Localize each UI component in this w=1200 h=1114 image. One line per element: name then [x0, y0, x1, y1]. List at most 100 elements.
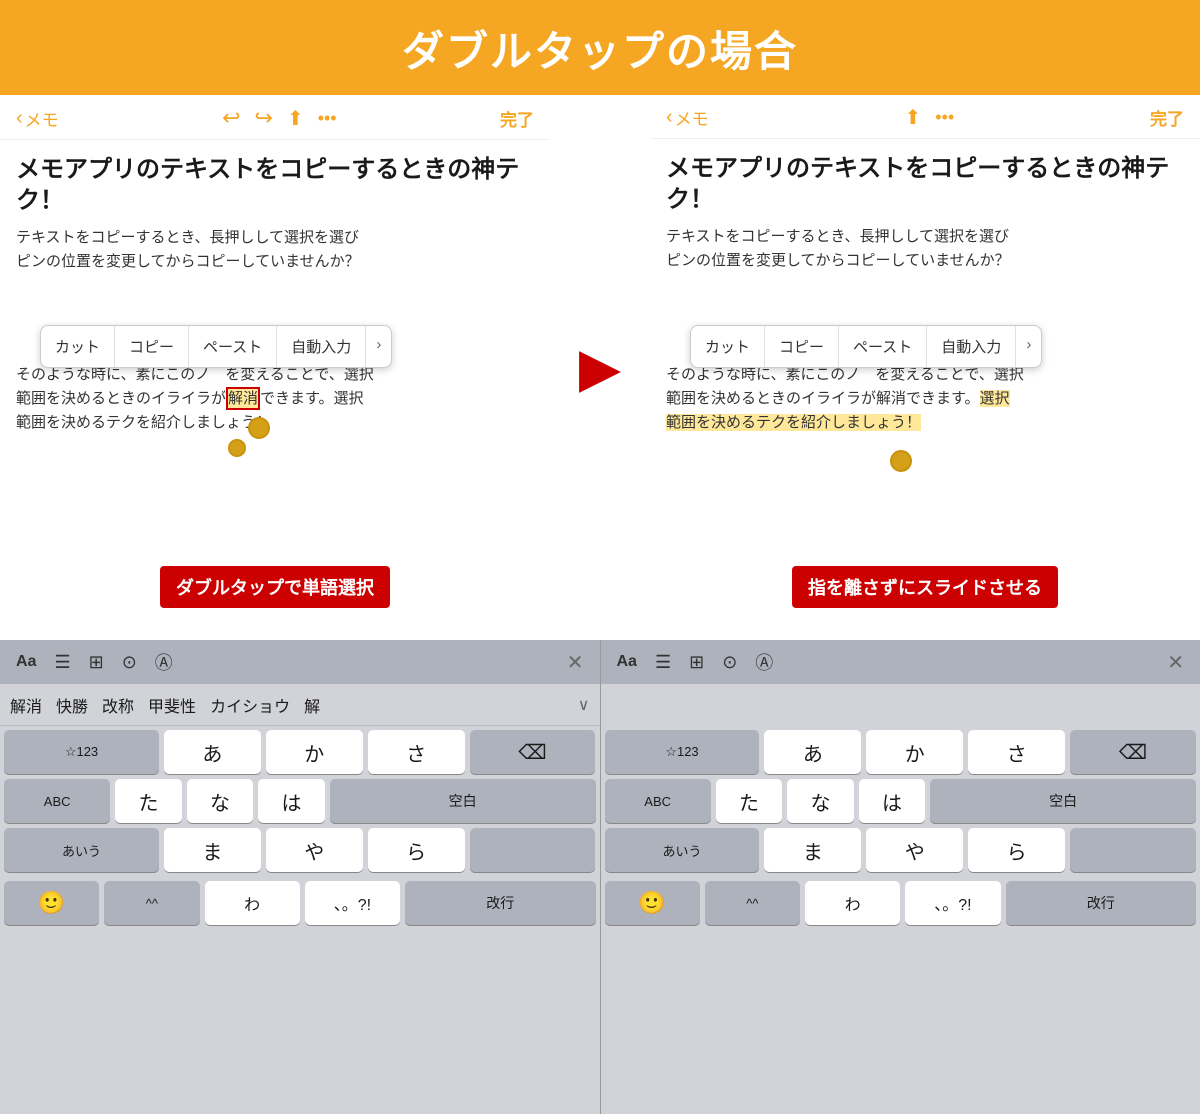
key-backspace-left[interactable]: ⌫ — [470, 730, 596, 774]
key-wa-right[interactable]: わ — [805, 881, 900, 925]
key-ra[interactable]: ら — [368, 828, 465, 872]
right-label: 指を離さずにスライドさせる — [792, 566, 1058, 608]
key-ma[interactable]: ま — [164, 828, 261, 872]
key-ya[interactable]: や — [266, 828, 363, 872]
key-ha[interactable]: は — [258, 779, 324, 823]
pred-1[interactable]: 解消 — [10, 693, 42, 717]
left-back-button[interactable]: ‹ メモ — [16, 106, 59, 131]
autofill-button[interactable]: 自動入力 — [277, 326, 366, 367]
grid-icon-left[interactable]: ⊞ — [89, 652, 104, 673]
key-backspace-right[interactable]: ⌫ — [1070, 730, 1196, 774]
left-touch-dot-2 — [228, 439, 246, 457]
key-ra-r[interactable]: ら — [968, 828, 1065, 872]
right-back-label: メモ — [675, 105, 709, 130]
selected-range-end: 範囲を決めるテクを紹介しましょう！ — [666, 414, 921, 431]
circle-a-icon-left[interactable]: Ⓐ — [155, 649, 173, 675]
key-ka-r[interactable]: か — [866, 730, 963, 774]
paste-button-r[interactable]: ペースト — [839, 326, 927, 367]
key-a-r[interactable]: あ — [764, 730, 861, 774]
prediction-expand[interactable]: ∨ — [578, 695, 590, 715]
right-empty-pred — [601, 684, 1200, 726]
share-icon-right[interactable]: ⬆ — [905, 105, 922, 130]
pred-6[interactable]: 解 — [304, 693, 320, 717]
key-ha-r[interactable]: は — [859, 779, 925, 823]
key-space-left[interactable]: 空白 — [330, 779, 596, 823]
more-icon[interactable]: ••• — [318, 108, 337, 129]
pred-3[interactable]: 改称 — [102, 693, 134, 717]
redo-icon[interactable]: ↪ — [255, 105, 273, 131]
camera-icon-right[interactable]: ⊙ — [722, 652, 737, 673]
list-icon-left[interactable]: ☰ — [54, 652, 70, 673]
left-nav-bar: ‹ メモ ↩ ↪ ⬆ ••• 完了 — [0, 95, 550, 140]
right-keyboard: Aa ☰ ⊞ ⊙ Ⓐ ✕ ☆123 あ か さ ⌫ — [601, 640, 1200, 1114]
key-abc-left[interactable]: ABC — [4, 779, 110, 823]
key-kana2-right[interactable]: ^^ — [705, 881, 800, 925]
key-symbol-right[interactable]: ☆123 — [605, 730, 760, 774]
right-body-line1: テキストをコピーするとき、長押しして選択を選び — [666, 225, 1184, 249]
left-body-line2: ピンの位置を変更してからコピーしていませんか？ — [16, 250, 534, 274]
key-sa[interactable]: さ — [368, 730, 465, 774]
key-kana-right[interactable]: あいう — [605, 828, 760, 872]
grid-icon-right[interactable]: ⊞ — [689, 652, 704, 673]
left-kb-rows: ☆123 あ か さ ⌫ ABC た な は 空白 あいう ま や — [0, 726, 600, 872]
more-arrow[interactable]: › — [366, 326, 391, 367]
right-kb-toolbar: Aa ☰ ⊞ ⊙ Ⓐ ✕ — [601, 640, 1200, 684]
key-na[interactable]: な — [187, 779, 253, 823]
left-note-body: テキストをコピーするとき、長押しして選択を選び ピンの位置を変更してからコピーし… — [16, 226, 534, 274]
key-emoji-right[interactable]: 🙂 — [605, 881, 700, 925]
aa-label-left[interactable]: Aa — [16, 653, 36, 671]
left-nav-icons: ↩ ↪ ⬆ ••• — [222, 105, 337, 131]
keyboard-row: Aa ☰ ⊞ ⊙ Ⓐ ✕ 解消 快勝 改称 甲斐性 カイショウ 解 ∨ — [0, 640, 1200, 1114]
right-body-overflow: そのような時に、素にこのノ を変えることで、選択 範囲を決めるときのイライラが解… — [666, 363, 1184, 435]
paste-button[interactable]: ペースト — [189, 326, 277, 367]
key-ma-r[interactable]: ま — [764, 828, 861, 872]
left-prediction-bar: 解消 快勝 改称 甲斐性 カイショウ 解 ∨ — [0, 684, 600, 726]
key-ta-r[interactable]: た — [716, 779, 782, 823]
copy-button[interactable]: コピー — [115, 326, 189, 367]
copy-button-r[interactable]: コピー — [765, 326, 839, 367]
key-ya-r[interactable]: や — [866, 828, 963, 872]
pred-2[interactable]: 快勝 — [56, 693, 88, 717]
more-arrow-r[interactable]: › — [1016, 326, 1041, 367]
key-placeholder-right — [1070, 828, 1196, 872]
right-body-line2: ピンの位置を変更してからコピーしていませんか？ — [666, 249, 1184, 273]
left-line5: 範囲を決めるテクを紹介しましょう！ — [16, 411, 534, 435]
left-done-button[interactable]: 完了 — [500, 106, 534, 131]
share-icon[interactable]: ⬆ — [287, 106, 304, 131]
more-icon-right[interactable]: ••• — [935, 107, 954, 128]
page-title: ダブルタップの場合 — [0, 18, 1200, 79]
key-punct-left[interactable]: 、。?! — [305, 881, 400, 925]
key-kana2-left[interactable]: ^^ — [104, 881, 199, 925]
key-emoji-left[interactable]: 🙂 — [4, 881, 99, 925]
key-return-left[interactable]: 改行 — [405, 881, 596, 925]
pred-4[interactable]: 甲斐性 — [148, 693, 196, 717]
cut-button[interactable]: カット — [41, 326, 115, 367]
list-icon-right[interactable]: ☰ — [655, 652, 671, 673]
right-touch-dot — [890, 450, 912, 472]
key-a[interactable]: あ — [164, 730, 261, 774]
key-ta[interactable]: た — [115, 779, 181, 823]
aa-label-right[interactable]: Aa — [617, 653, 637, 671]
selected-word: 解消 — [226, 387, 260, 410]
key-punct-right[interactable]: 、。?! — [905, 881, 1000, 925]
key-symbol-left[interactable]: ☆123 — [4, 730, 159, 774]
autofill-button-r[interactable]: 自動入力 — [927, 326, 1016, 367]
key-wa-left[interactable]: わ — [205, 881, 300, 925]
right-line5: 範囲を決めるテクを紹介しましょう！ — [666, 411, 1184, 435]
right-done-button[interactable]: 完了 — [1150, 105, 1184, 130]
key-na-r[interactable]: な — [787, 779, 853, 823]
right-back-button[interactable]: ‹ メモ — [666, 105, 709, 130]
camera-icon-left[interactable]: ⊙ — [122, 652, 137, 673]
key-space-right[interactable]: 空白 — [930, 779, 1196, 823]
close-icon-right[interactable]: ✕ — [1167, 650, 1184, 675]
key-return-right[interactable]: 改行 — [1006, 881, 1197, 925]
close-icon-left[interactable]: ✕ — [567, 650, 584, 675]
pred-5[interactable]: カイショウ — [210, 693, 290, 717]
key-ka[interactable]: か — [266, 730, 363, 774]
key-kana-left[interactable]: あいう — [4, 828, 159, 872]
key-abc-right[interactable]: ABC — [605, 779, 711, 823]
circle-a-icon-right[interactable]: Ⓐ — [755, 649, 773, 675]
undo-icon[interactable]: ↩ — [222, 105, 240, 131]
key-sa-r[interactable]: さ — [968, 730, 1065, 774]
cut-button-r[interactable]: カット — [691, 326, 765, 367]
